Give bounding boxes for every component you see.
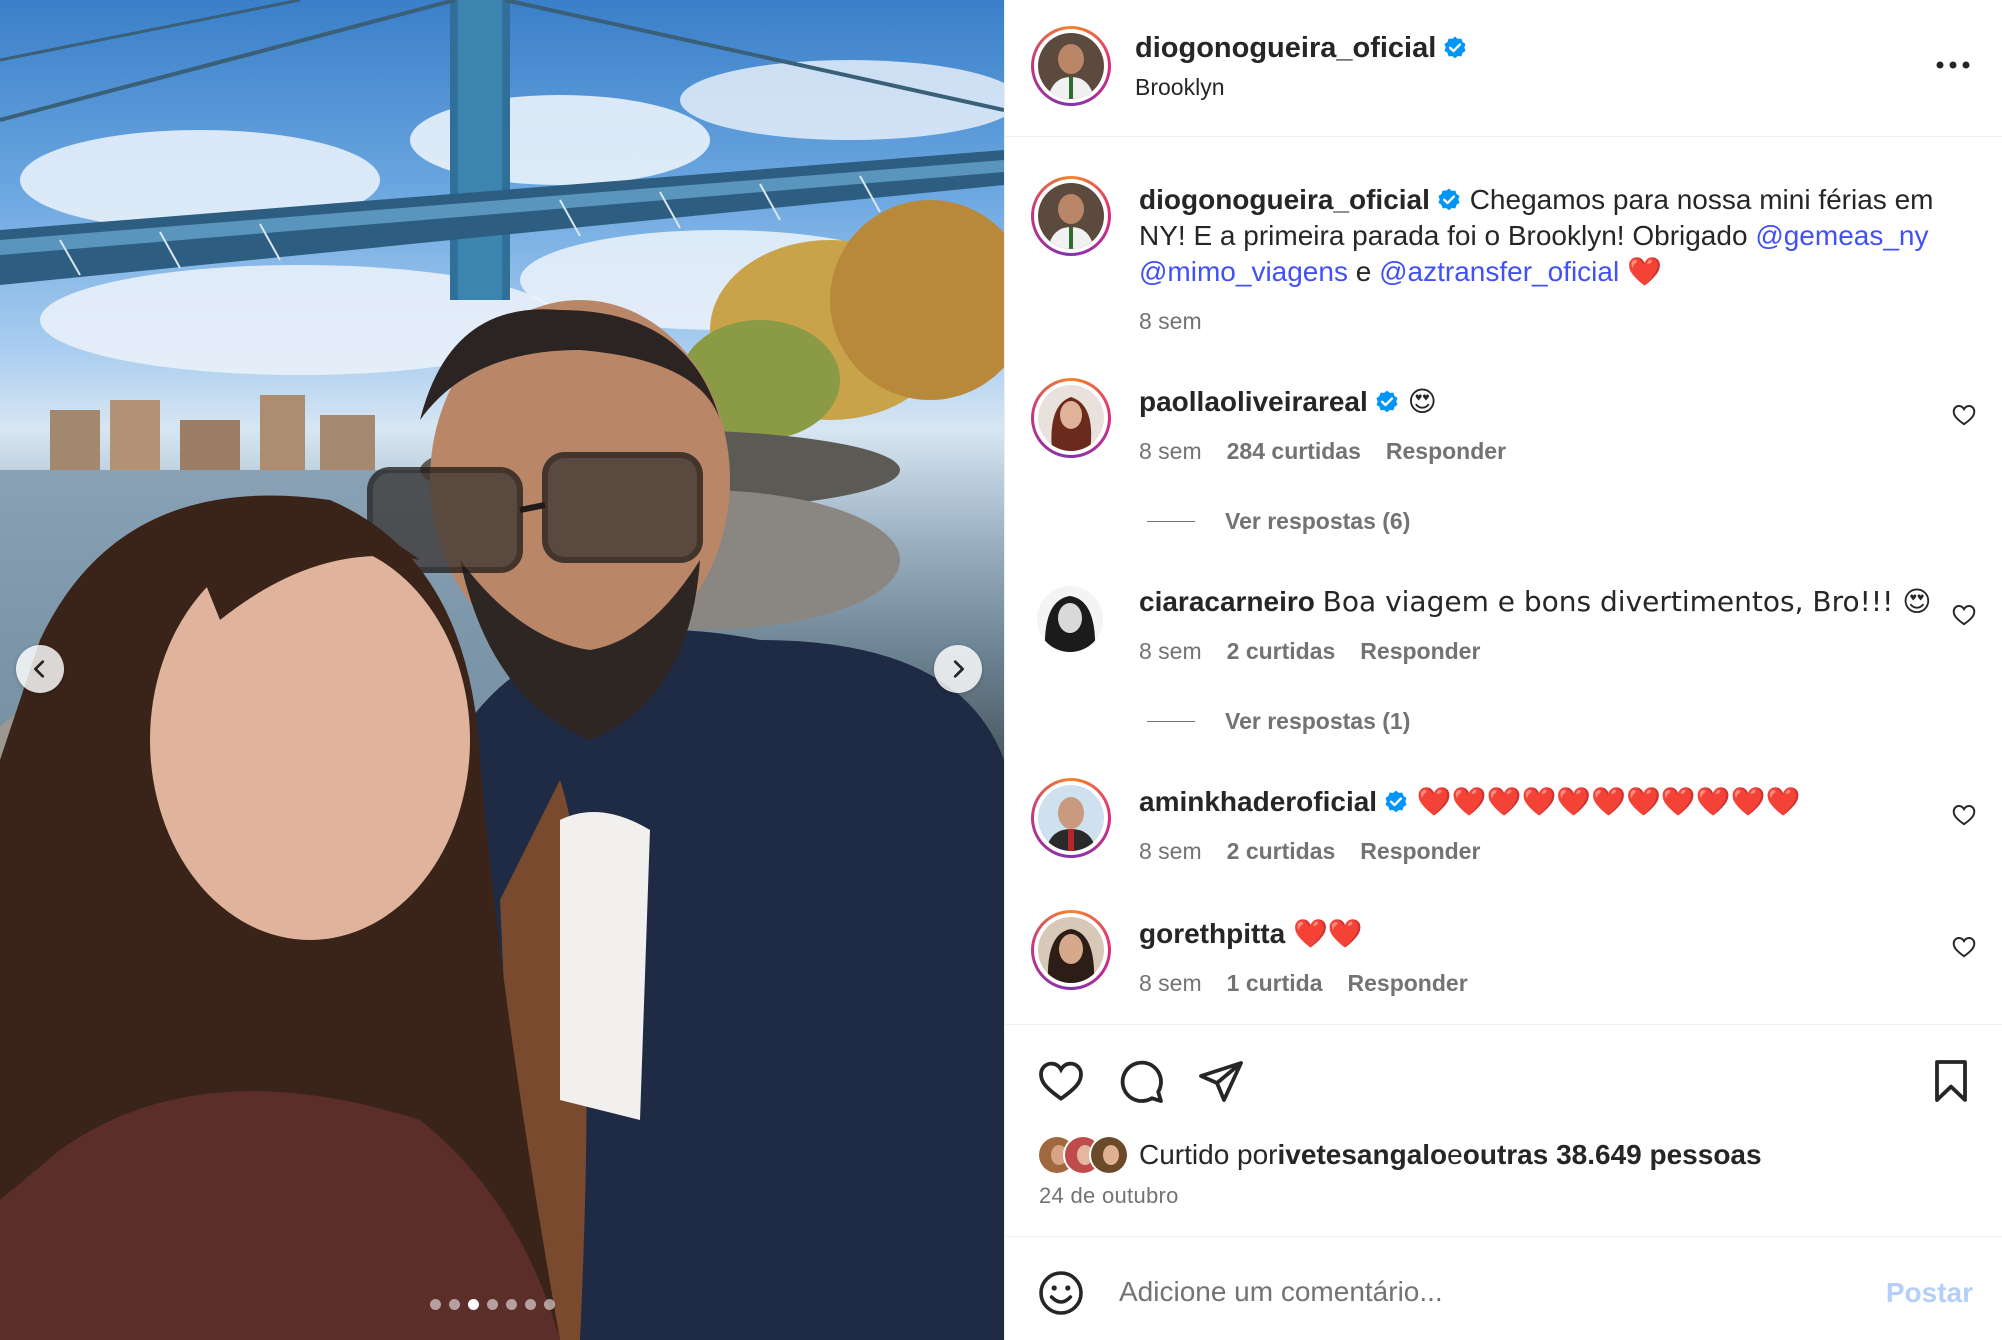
comment-likes-count[interactable]: 2 curtidas <box>1227 638 1336 665</box>
commenter-username[interactable]: gorethpitta <box>1139 918 1285 949</box>
comment-likes-count[interactable]: 1 curtida <box>1227 970 1323 997</box>
commenter-avatar[interactable] <box>1037 586 1103 652</box>
author-avatar[interactable] <box>1031 26 1111 106</box>
comment-timestamp[interactable]: 8 sem <box>1139 438 1202 465</box>
verified-badge-icon <box>1385 790 1407 813</box>
commenter-avatar[interactable] <box>1031 778 1111 858</box>
reply-button[interactable]: Responder <box>1360 638 1480 665</box>
more-options-button[interactable] <box>1933 50 1973 80</box>
comment-meta: 8 sem 284 curtidas Responder <box>1139 438 1506 465</box>
reply-button[interactable]: Responder <box>1360 838 1480 865</box>
mention-link-mimo[interactable]: @mimo_viagens <box>1139 256 1348 287</box>
comment-like-heart-icon[interactable] <box>1951 602 1977 628</box>
bookmark-icon[interactable] <box>1927 1057 1975 1105</box>
mention-link-aztransfer[interactable]: @aztransfer_oficial <box>1379 256 1619 287</box>
share-icon[interactable] <box>1197 1057 1245 1105</box>
emoji-icon[interactable] <box>1037 1269 1085 1317</box>
commenter-avatar[interactable] <box>1031 378 1111 458</box>
carousel-indicator <box>430 1299 555 1310</box>
comment-meta: 8 sem 2 curtidas Responder <box>1139 638 1480 665</box>
likes-summary: Curtido por ivetesangalo e outras 38.649… <box>1037 1135 1762 1175</box>
likes-prefix: Curtido por <box>1139 1139 1278 1170</box>
comment-text: paollaoliveirareal 😍 <box>1139 384 1959 420</box>
verified-badge-icon <box>1444 36 1466 59</box>
comment-text: gorethpitta ❤️❤️ <box>1139 916 1959 952</box>
post-location[interactable]: Brooklyn <box>1135 74 1224 101</box>
comment-body: Boa viagem e bons divertimentos, Bro!!! … <box>1322 585 1932 618</box>
comment-text: aminkhaderoficial ❤️❤️❤️❤️❤️❤️❤️❤️❤️❤️❤️ <box>1139 784 1959 820</box>
comment-body: 😍 <box>1407 385 1437 418</box>
view-replies-label: Ver respostas (1) <box>1225 708 1411 734</box>
post-actions: Curtido por ivetesangalo e outras 38.649… <box>1005 1024 2002 1234</box>
comment-like-heart-icon[interactable] <box>1951 402 1977 428</box>
caption-conjunction: e <box>1347 256 1380 287</box>
comment-timestamp[interactable]: 8 sem <box>1139 638 1202 665</box>
post-photo[interactable] <box>0 0 1004 1340</box>
comment-input[interactable] <box>1119 1267 1849 1317</box>
comment-text: ciaracarneiro Boa viagem e bons divertim… <box>1139 584 1959 620</box>
verified-badge-icon <box>1438 188 1460 211</box>
liker-avatars <box>1037 1135 1129 1175</box>
comment-body: ❤️❤️ <box>1293 917 1363 950</box>
caption-heart-emoji: ❤️ <box>1626 255 1662 288</box>
add-comment-bar: Postar <box>1005 1236 2002 1340</box>
comment-timestamp[interactable]: 8 sem <box>1139 970 1202 997</box>
likes-middle: e <box>1447 1139 1463 1170</box>
heart-icon[interactable] <box>1037 1057 1085 1105</box>
carousel-dot <box>430 1299 441 1310</box>
view-replies-button[interactable]: Ver respostas (1) <box>1147 708 1410 735</box>
comment-likes-count[interactable]: 2 curtidas <box>1227 838 1336 865</box>
carousel-dot <box>544 1299 555 1310</box>
post-header: diogonogueira_oficial Brooklyn <box>1005 0 2002 137</box>
carousel-dot <box>525 1299 536 1310</box>
comment-likes-count[interactable]: 284 curtidas <box>1227 438 1361 465</box>
comment-timestamp[interactable]: 8 sem <box>1139 838 1202 865</box>
reply-button[interactable]: Responder <box>1386 438 1506 465</box>
view-replies-label: Ver respostas (6) <box>1225 508 1411 534</box>
caption-username[interactable]: diogonogueira_oficial <box>1139 184 1430 215</box>
verified-badge-icon <box>1376 390 1398 413</box>
replies-divider <box>1147 521 1195 522</box>
commenter-username[interactable]: aminkhaderoficial <box>1139 786 1377 817</box>
chevron-right-icon <box>953 660 964 678</box>
comment-icon[interactable] <box>1117 1057 1165 1105</box>
likes-others-count[interactable]: outras 38.649 pessoas <box>1463 1139 1762 1171</box>
carousel-dot <box>468 1299 479 1310</box>
reply-button[interactable]: Responder <box>1348 970 1468 997</box>
comment-like-heart-icon[interactable] <box>1951 934 1977 960</box>
author-username[interactable]: diogonogueira_oficial <box>1135 32 1468 65</box>
carousel-dot <box>487 1299 498 1310</box>
carousel-prev-button[interactable] <box>16 645 64 693</box>
more-options-icon <box>1936 61 1970 69</box>
post-details-panel: diogonogueira_oficial Brooklyn diogonogu… <box>1004 0 2002 1340</box>
commenter-avatar[interactable] <box>1031 910 1111 990</box>
liker-avatar <box>1089 1135 1129 1175</box>
commenter-username[interactable]: ciaracarneiro <box>1139 586 1315 617</box>
caption-text: diogonogueira_oficial Chegamos para noss… <box>1139 182 1959 290</box>
likes-featured-user[interactable]: ivetesangalo <box>1278 1139 1448 1171</box>
view-replies-button[interactable]: Ver respostas (6) <box>1147 508 1410 535</box>
comment-body: ❤️❤️❤️❤️❤️❤️❤️❤️❤️❤️❤️ <box>1416 785 1801 818</box>
photo-scene <box>0 0 1004 1340</box>
mention-link-gemeas[interactable]: @gemeas_ny <box>1755 220 1928 251</box>
carousel-dot <box>449 1299 460 1310</box>
post-comment-button[interactable]: Postar <box>1886 1277 1973 1309</box>
replies-divider <box>1147 721 1195 722</box>
post-date[interactable]: 24 de outubro <box>1039 1183 1179 1209</box>
comment-like-heart-icon[interactable] <box>1951 802 1977 828</box>
chevron-left-icon <box>34 660 45 678</box>
comment-meta: 8 sem 1 curtida Responder <box>1139 970 1468 997</box>
carousel-next-button[interactable] <box>934 645 982 693</box>
caption-meta: 8 sem <box>1139 308 1202 335</box>
caption-author-avatar[interactable] <box>1031 176 1111 256</box>
caption-timestamp[interactable]: 8 sem <box>1139 308 1202 335</box>
carousel-dot <box>506 1299 517 1310</box>
comment-meta: 8 sem 2 curtidas Responder <box>1139 838 1480 865</box>
commenter-username[interactable]: paollaoliveirareal <box>1139 386 1368 417</box>
